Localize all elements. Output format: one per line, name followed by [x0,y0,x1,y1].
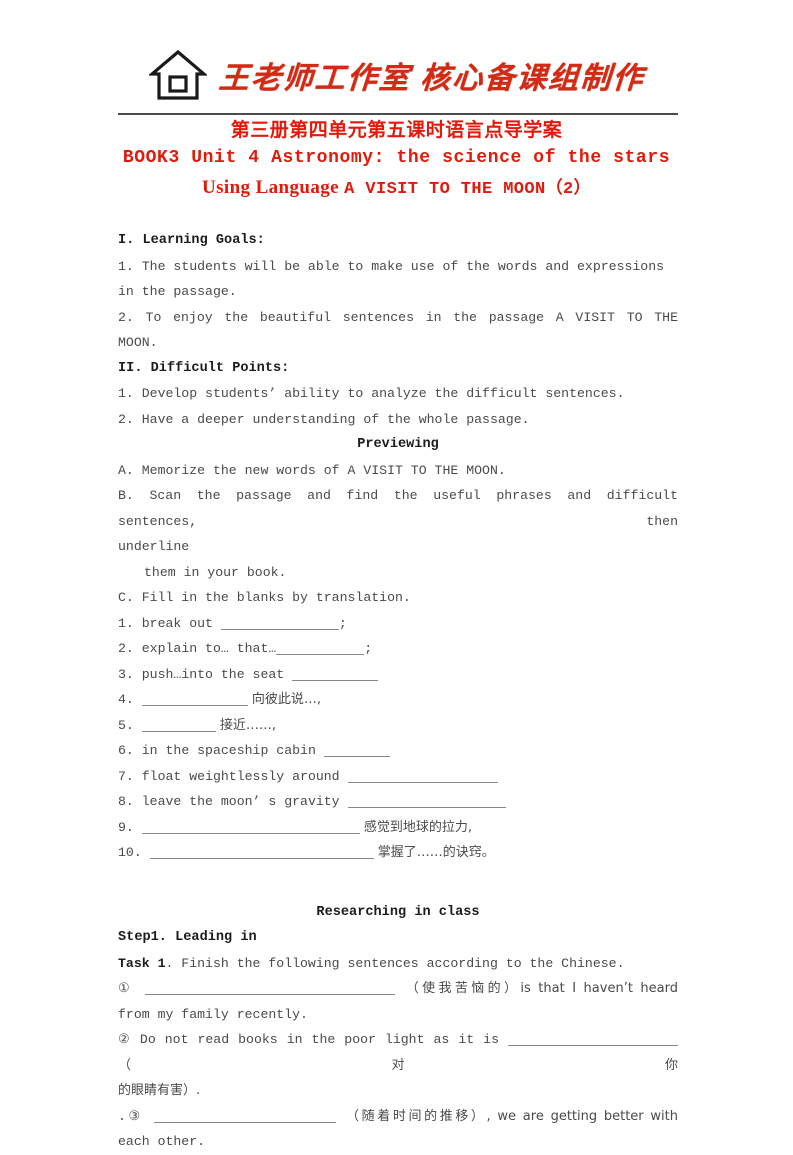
difficult-point-2: 2. Have a deeper understanding of the wh… [118,411,530,427]
task-item-1: ① （使我苦恼的）is that I haven’t heard [118,976,678,1002]
house-icon [148,49,207,100]
translation-blank-suffix: 接近……, [215,717,277,733]
translation-blank-number: 4. [118,692,142,707]
logo-text: 王老师工作室 核心备课组制作 [217,62,646,95]
translation-blank-number: 6. [118,743,142,758]
task-item-1-text: （使我苦恼的）is that I haven’t heard [405,981,678,996]
translation-blank-item: 2. explain to… that…; [118,636,678,662]
translation-blank-suffix: ; [338,615,347,631]
translation-blank-field[interactable] [276,641,365,655]
task-item-3-text: （随着时间的推移）, we are getting better with [346,1108,678,1124]
translation-blank-prefix: explain to… that… [141,641,277,656]
translation-blank-item: 6. in the spaceship cabin [118,738,678,764]
translation-blank-number: 10. [118,845,150,860]
translation-blank-suffix: ; [364,641,373,656]
translation-blank-number: 3. [118,666,142,682]
translation-blank-item: 8. leave the moon’ s gravity [118,789,678,815]
title-using-language: Using Language [201,177,345,198]
title-english-line2: Using Language A VISIT TO THE MOON（2） [0,173,793,204]
translation-blank-number: 9. [118,819,142,835]
translation-blank-item: 10. 掌握了……的诀窍。 [118,840,678,866]
translation-blank-prefix: leave the moon’ s gravity [141,794,348,809]
translation-blank-prefix: in the spaceship cabin [141,743,324,758]
translation-blank-prefix: push…into the seat [141,666,293,682]
document-titles: 第三册第四单元第五课时语言点导学案 BOOK3 Unit 4 Astronomy… [0,117,793,204]
task1-line: Task 1. Finish the following sentences a… [118,951,678,977]
translation-blank-item: 9. 感觉到地球的拉力, [118,815,678,841]
translation-blank-field[interactable] [323,743,390,757]
task-item-2-text: （对你 [118,1057,678,1073]
translation-blank-suffix: 感觉到地球的拉力, [359,819,473,835]
task-item-2: ② Do not read books in the poor light as… [118,1027,678,1078]
difficult-point-1: 1. Develop students’ ability to analyze … [118,386,625,401]
previewing-item-b-line3: them in your book. [144,564,287,580]
step1-heading: Step1. Leading in [118,930,257,945]
previewing-item-b-line2: underline [118,539,190,554]
task1-label: Task 1 [118,955,166,971]
header-divider [118,113,678,115]
translation-blank-field[interactable] [347,769,498,783]
task-item-3-blank[interactable] [153,1109,336,1123]
task-item-1-line2: from my family recently. [118,1006,308,1022]
title-visit-to-the-moon: A VISIT TO THE MOON（2） [344,180,592,199]
task-item-1-blank[interactable] [144,981,395,995]
translation-blank-number: 5. [118,717,142,733]
learning-goals-heading: I. Learning Goals: [118,233,265,248]
translation-blanks-list: 1. break out ; 2. explain to… that…; 3. pu… [118,611,678,866]
task-item-2-prefix: ② Do not read books in the poor light as… [118,1032,508,1047]
translation-blank-number: 7. [118,768,142,784]
previewing-heading: Previewing [357,437,439,452]
translation-blank-field[interactable] [292,667,379,681]
title-english-line1: BOOK3 Unit 4 Astronomy: the science of t… [122,148,671,168]
task-item-3: .③ （随着时间的推移）, we are getting better with [118,1104,678,1130]
translation-blank-item: 3. push…into the seat [118,662,678,688]
translation-blank-item: 7. float weightlessly around [118,764,678,790]
translation-blank-suffix: 向彼此说…, [247,692,322,707]
learning-goal-1: 1. The students will be able to make use… [118,258,672,300]
translation-blank-field[interactable] [141,692,248,706]
researching-heading: Researching in class [316,904,480,920]
task-item-3-number: .③ [118,1108,143,1124]
translation-blank-suffix: 掌握了……的诀窍。 [373,845,495,860]
title-chinese: 第三册第四单元第五课时语言点导学案 [230,119,563,141]
previewing-item-b-line1: B. Scan the passage and find the useful … [118,488,686,529]
document-body: I. Learning Goals: 1. The students will … [118,228,678,1155]
previewing-item-c: C. Fill in the blanks by translation. [118,590,411,605]
translation-blank-field[interactable] [149,845,374,859]
translation-blank-field[interactable] [141,820,360,834]
translation-blank-prefix: float weightlessly around [141,768,348,784]
task-item-3-line2: each other. [118,1134,206,1149]
translation-blank-item: 4. 向彼此说…, [118,687,678,713]
previewing-item-a: A. Memorize the new words of A VISIT TO … [118,462,506,478]
translation-blank-field[interactable] [347,794,506,808]
translation-blank-item: 5. 接近……, [118,713,678,739]
translation-blank-item: 1. break out ; [118,611,678,637]
task1-instruction: . Finish the following sentences accordi… [165,955,625,971]
translation-blank-number: 8. [118,794,142,809]
difficult-points-heading: II. Difficult Points: [118,360,290,376]
translation-blank-number: 1. [118,615,142,631]
logo-banner: 王老师工作室 核心备课组制作 [0,44,793,106]
task-item-2-blank[interactable] [508,1032,678,1046]
task-item-2-line2: 的眼睛有害）. [118,1083,201,1098]
learning-goal-2: 2. To enjoy the beautiful sentences in t… [118,309,686,351]
translation-blank-field[interactable] [220,616,339,630]
translation-blank-number: 2. [118,641,142,656]
task-item-1-number: ① [118,981,134,996]
translation-blank-prefix: break out [141,615,221,631]
translation-blank-field[interactable] [141,718,216,732]
document-page: 王老师工作室 核心备课组制作 第三册第四单元第五课时语言点导学案 BOOK3 U… [0,0,793,1149]
